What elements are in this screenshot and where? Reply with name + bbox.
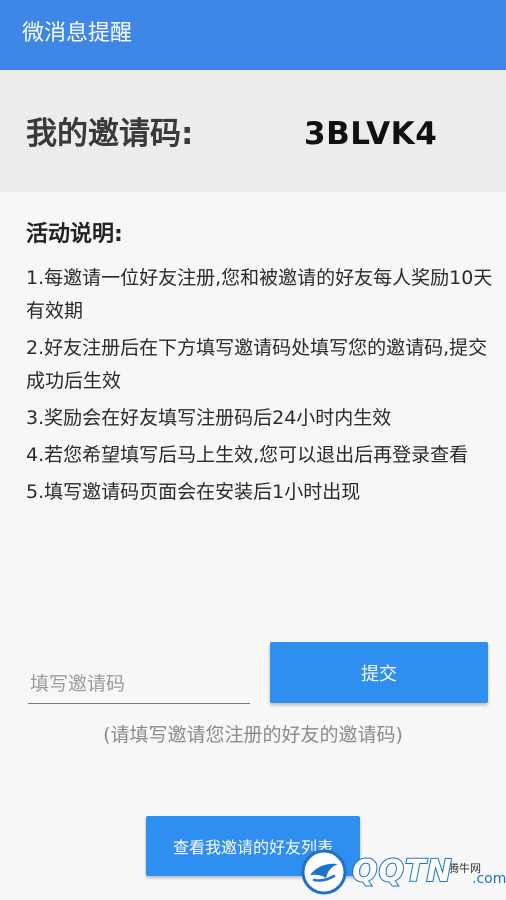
activity-rule-2: 2.好友注册后在下方填写邀请码处填写您的邀请码,提交成功后生效 xyxy=(26,337,488,392)
watermark-brand: QQTN xyxy=(351,853,453,890)
activity-section: 活动说明: 1.每邀请一位好友注册,您和被邀请的好友每人奖励10天有效期 2.好… xyxy=(0,192,506,900)
bird-logo-icon xyxy=(301,849,347,895)
invite-code-value: 3BLVK4 xyxy=(304,116,438,152)
activity-title: 活动说明: xyxy=(26,222,123,247)
activity-rules: 1.每邀请一位好友注册,您和被邀请的好友每人奖励10天有效期 2.好友注册后在下… xyxy=(26,262,496,513)
activity-rule-4: 4.若您希望填写后马上生效,您可以退出后再登录查看 xyxy=(26,444,469,466)
submit-button[interactable]: 提交 xyxy=(270,642,488,703)
activity-rule-3: 3.奖励会在好友填写注册码后24小时内生效 xyxy=(26,407,392,429)
app-title: 微消息提醒 xyxy=(22,21,133,46)
watermark: 腾牛网 QQTN .com xyxy=(300,840,506,896)
invite-code-label: 我的邀请码: xyxy=(26,116,194,152)
invite-code-section: 我的邀请码: 3BLVK4 xyxy=(0,70,506,192)
invite-code-input[interactable] xyxy=(28,664,250,704)
watermark-domain: .com xyxy=(472,871,506,887)
activity-rule-5: 5.填写邀请码页面会在安装后1小时出现 xyxy=(26,481,361,503)
invite-code-hint: (请填写邀请您注册的好友的邀请码) xyxy=(103,724,403,746)
app-bar: 微消息提醒 xyxy=(0,0,506,70)
activity-rule-1: 1.每邀请一位好友注册,您和被邀请的好友每人奖励10天有效期 xyxy=(26,267,493,322)
